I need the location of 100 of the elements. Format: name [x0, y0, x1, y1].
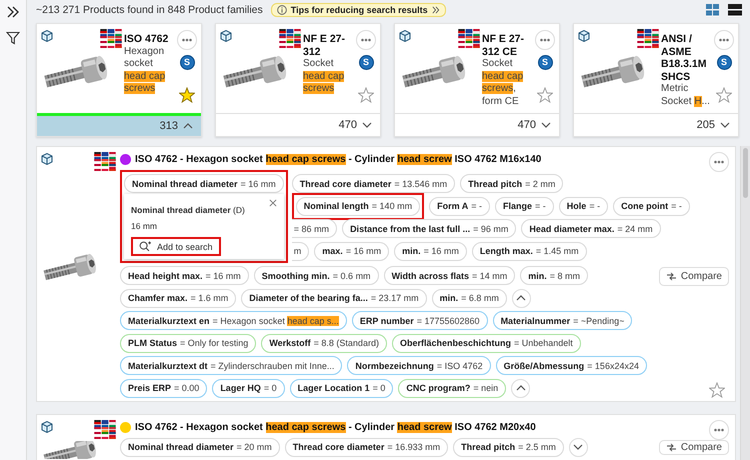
property-chip[interactable]: Length max. = 1.45 mm: [472, 242, 587, 260]
star-icon[interactable]: [358, 87, 374, 103]
collapse-toggle[interactable]: [511, 378, 530, 398]
expand-icon[interactable]: [6, 5, 20, 19]
more-button[interactable]: [709, 420, 729, 440]
property-chip[interactable]: min. = 16 mm: [394, 242, 467, 260]
popup-value: 16 mm: [131, 221, 158, 231]
more-button[interactable]: [177, 30, 197, 50]
more-icon: [182, 38, 192, 42]
star-icon[interactable]: [537, 87, 553, 103]
collapse-toggle[interactable]: [568, 438, 588, 456]
info-icon: [276, 5, 287, 15]
filter-icon[interactable]: [6, 31, 20, 45]
property-chip[interactable]: Materialnummer = ~Pending~: [492, 311, 632, 330]
cube-icon[interactable]: [40, 420, 54, 434]
card-footer[interactable]: 470: [395, 113, 559, 136]
property-chip[interactable]: max. = 16 mm: [314, 242, 390, 260]
product-family-card[interactable]: NF E 27-312 CE Socket head cap screws, form CE S 470: [394, 23, 560, 137]
property-chip[interactable]: Lager HQ = 0: [212, 378, 285, 398]
property-chip[interactable]: Werkstoff = 8.8 (Standard): [261, 334, 387, 352]
property-chip[interactable]: Cone point = -: [613, 196, 690, 216]
scrollbar-thumb[interactable]: [743, 148, 748, 198]
property-chip[interactable]: Chamfer max. = 1.6 mm: [120, 288, 236, 308]
property-chip[interactable]: Größe/Abmessung = 156x24x24: [496, 356, 647, 375]
property-chip[interactable]: Thread pitch = 2.5 mm: [453, 438, 564, 456]
close-icon[interactable]: [268, 199, 277, 207]
family-description: Socket head cap screws, form CE: [482, 58, 524, 108]
property-chip[interactable]: Head height max. = 16 mm: [120, 266, 249, 285]
add-to-search-button[interactable]: Add to search: [131, 237, 221, 256]
scrollbar[interactable]: [740, 146, 750, 460]
property-chip[interactable]: Smoothing min. = 0.6 mm: [254, 266, 379, 285]
collapse-toggle[interactable]: [512, 288, 531, 308]
property-chip[interactable]: Flange = -: [495, 196, 554, 216]
property-chip[interactable]: CNC program? = nein: [398, 378, 506, 398]
property-chip[interactable]: PLM Status = Only for testing: [120, 334, 256, 352]
standard-badge: S: [358, 55, 374, 70]
family-description: Metric Socket H...: [661, 83, 711, 108]
search-plus-icon: [139, 241, 151, 252]
more-icon: [540, 38, 550, 42]
compare-button[interactable]: Compare: [658, 267, 729, 286]
property-chip[interactable]: min. = 8 mm: [520, 266, 588, 285]
more-button[interactable]: [714, 30, 734, 50]
result-title: ISO 4762 - Hexagon socket head cap screws - Cylinder head screw ISO 4762 M20x40: [135, 422, 536, 432]
property-chip[interactable]: m: [292, 242, 310, 260]
family-title: ANSI / ASME B18.3.1M SHCS: [661, 33, 708, 83]
standard-badge: S: [180, 55, 194, 70]
property-chip[interactable]: Materialkurztext en = Hexagon socket head cap s...: [120, 311, 347, 330]
chevron-icon: [516, 295, 526, 301]
property-chip[interactable]: = 86 mm: [292, 219, 338, 238]
property-chip[interactable]: Lager Location 1 = 0: [290, 378, 394, 398]
property-chip[interactable]: Diameter of the bearing fa... = 23.17 mm: [241, 288, 427, 308]
compare-button[interactable]: Compare: [658, 440, 729, 454]
double-chevron-icon: [432, 6, 440, 14]
property-chip[interactable]: Nominal length = 140 mm: [296, 196, 420, 216]
star-icon[interactable]: [716, 87, 732, 103]
grid-view-icon[interactable]: [706, 4, 719, 16]
more-button[interactable]: [356, 30, 376, 50]
card-footer[interactable]: 313: [37, 113, 201, 136]
cube-icon[interactable]: [219, 29, 233, 43]
cube-icon[interactable]: [40, 152, 54, 166]
product-family-card[interactable]: ISO 4762 Hexagon socket head cap screws S 313: [36, 23, 202, 137]
property-chip[interactable]: Thread core diameter = 16.933 mm: [284, 438, 448, 456]
star-icon[interactable]: [709, 382, 725, 398]
property-chip[interactable]: Nominal thread diameter = 20 mm: [120, 438, 280, 456]
product-family-card[interactable]: ANSI / ASME B18.3.1M SHCS Metric Socket H... S 205: [573, 23, 739, 137]
tips-button[interactable]: Tips for reducing search results: [270, 3, 446, 17]
variant-count: 470: [518, 119, 536, 131]
property-chip[interactable]: Width across flats = 14 mm: [384, 266, 516, 285]
property-chip[interactable]: Thread core diameter = 13.546 mm: [292, 174, 456, 193]
property-chip[interactable]: ERP number = 17755602860: [352, 311, 488, 330]
property-chip[interactable]: Normbezeichnung = ISO 4762: [347, 356, 491, 375]
variant-count: 205: [696, 119, 715, 131]
property-chip[interactable]: Materialkurztext dt = Zylinderschrauben mit Inne...: [120, 356, 342, 375]
property-chip[interactable]: Preis ERP = 0.00: [120, 378, 208, 398]
property-chip[interactable]: Nominal thread diameter = 16 mm: [124, 174, 284, 193]
property-chip[interactable]: Oberflächenbeschichtung = Unbehandelt: [392, 334, 581, 352]
language-flags-icon: [637, 29, 659, 48]
property-chip[interactable]: min. = 6.8 mm: [432, 288, 507, 308]
cube-icon[interactable]: [398, 29, 412, 43]
property-chip[interactable]: Thread pitch = 2 mm: [460, 174, 564, 193]
property-chip[interactable]: Hole = -: [558, 196, 608, 216]
product-family-card[interactable]: NF E 27-312 Socket head cap screws S 470: [215, 23, 381, 137]
popup-title: Nominal thread diameter (D): [131, 204, 245, 215]
more-button[interactable]: [535, 30, 555, 50]
card-footer[interactable]: 470: [216, 113, 380, 136]
property-chip[interactable]: Distance from the last full ... = 96 mm: [342, 219, 516, 238]
cube-icon[interactable]: [577, 29, 591, 43]
language-flags-icon: [458, 29, 480, 48]
more-button[interactable]: [709, 152, 729, 172]
more-icon: [714, 160, 724, 164]
result-title: ISO 4762 - Hexagon socket head cap screws - Cylinder head screw ISO 4762 M16x140: [135, 154, 542, 165]
cube-icon[interactable]: [40, 29, 54, 43]
property-chip[interactable]: Head diameter max. = 24 mm: [521, 219, 661, 238]
list-view-icon[interactable]: [728, 4, 742, 16]
chevron-icon: [573, 444, 584, 450]
property-chip[interactable]: Form A = -: [429, 196, 490, 216]
family-description: Socket head cap screws: [303, 58, 346, 96]
star-icon[interactable]: [179, 87, 195, 103]
card-footer[interactable]: 205: [574, 113, 738, 136]
standard-badge: S: [716, 55, 732, 70]
